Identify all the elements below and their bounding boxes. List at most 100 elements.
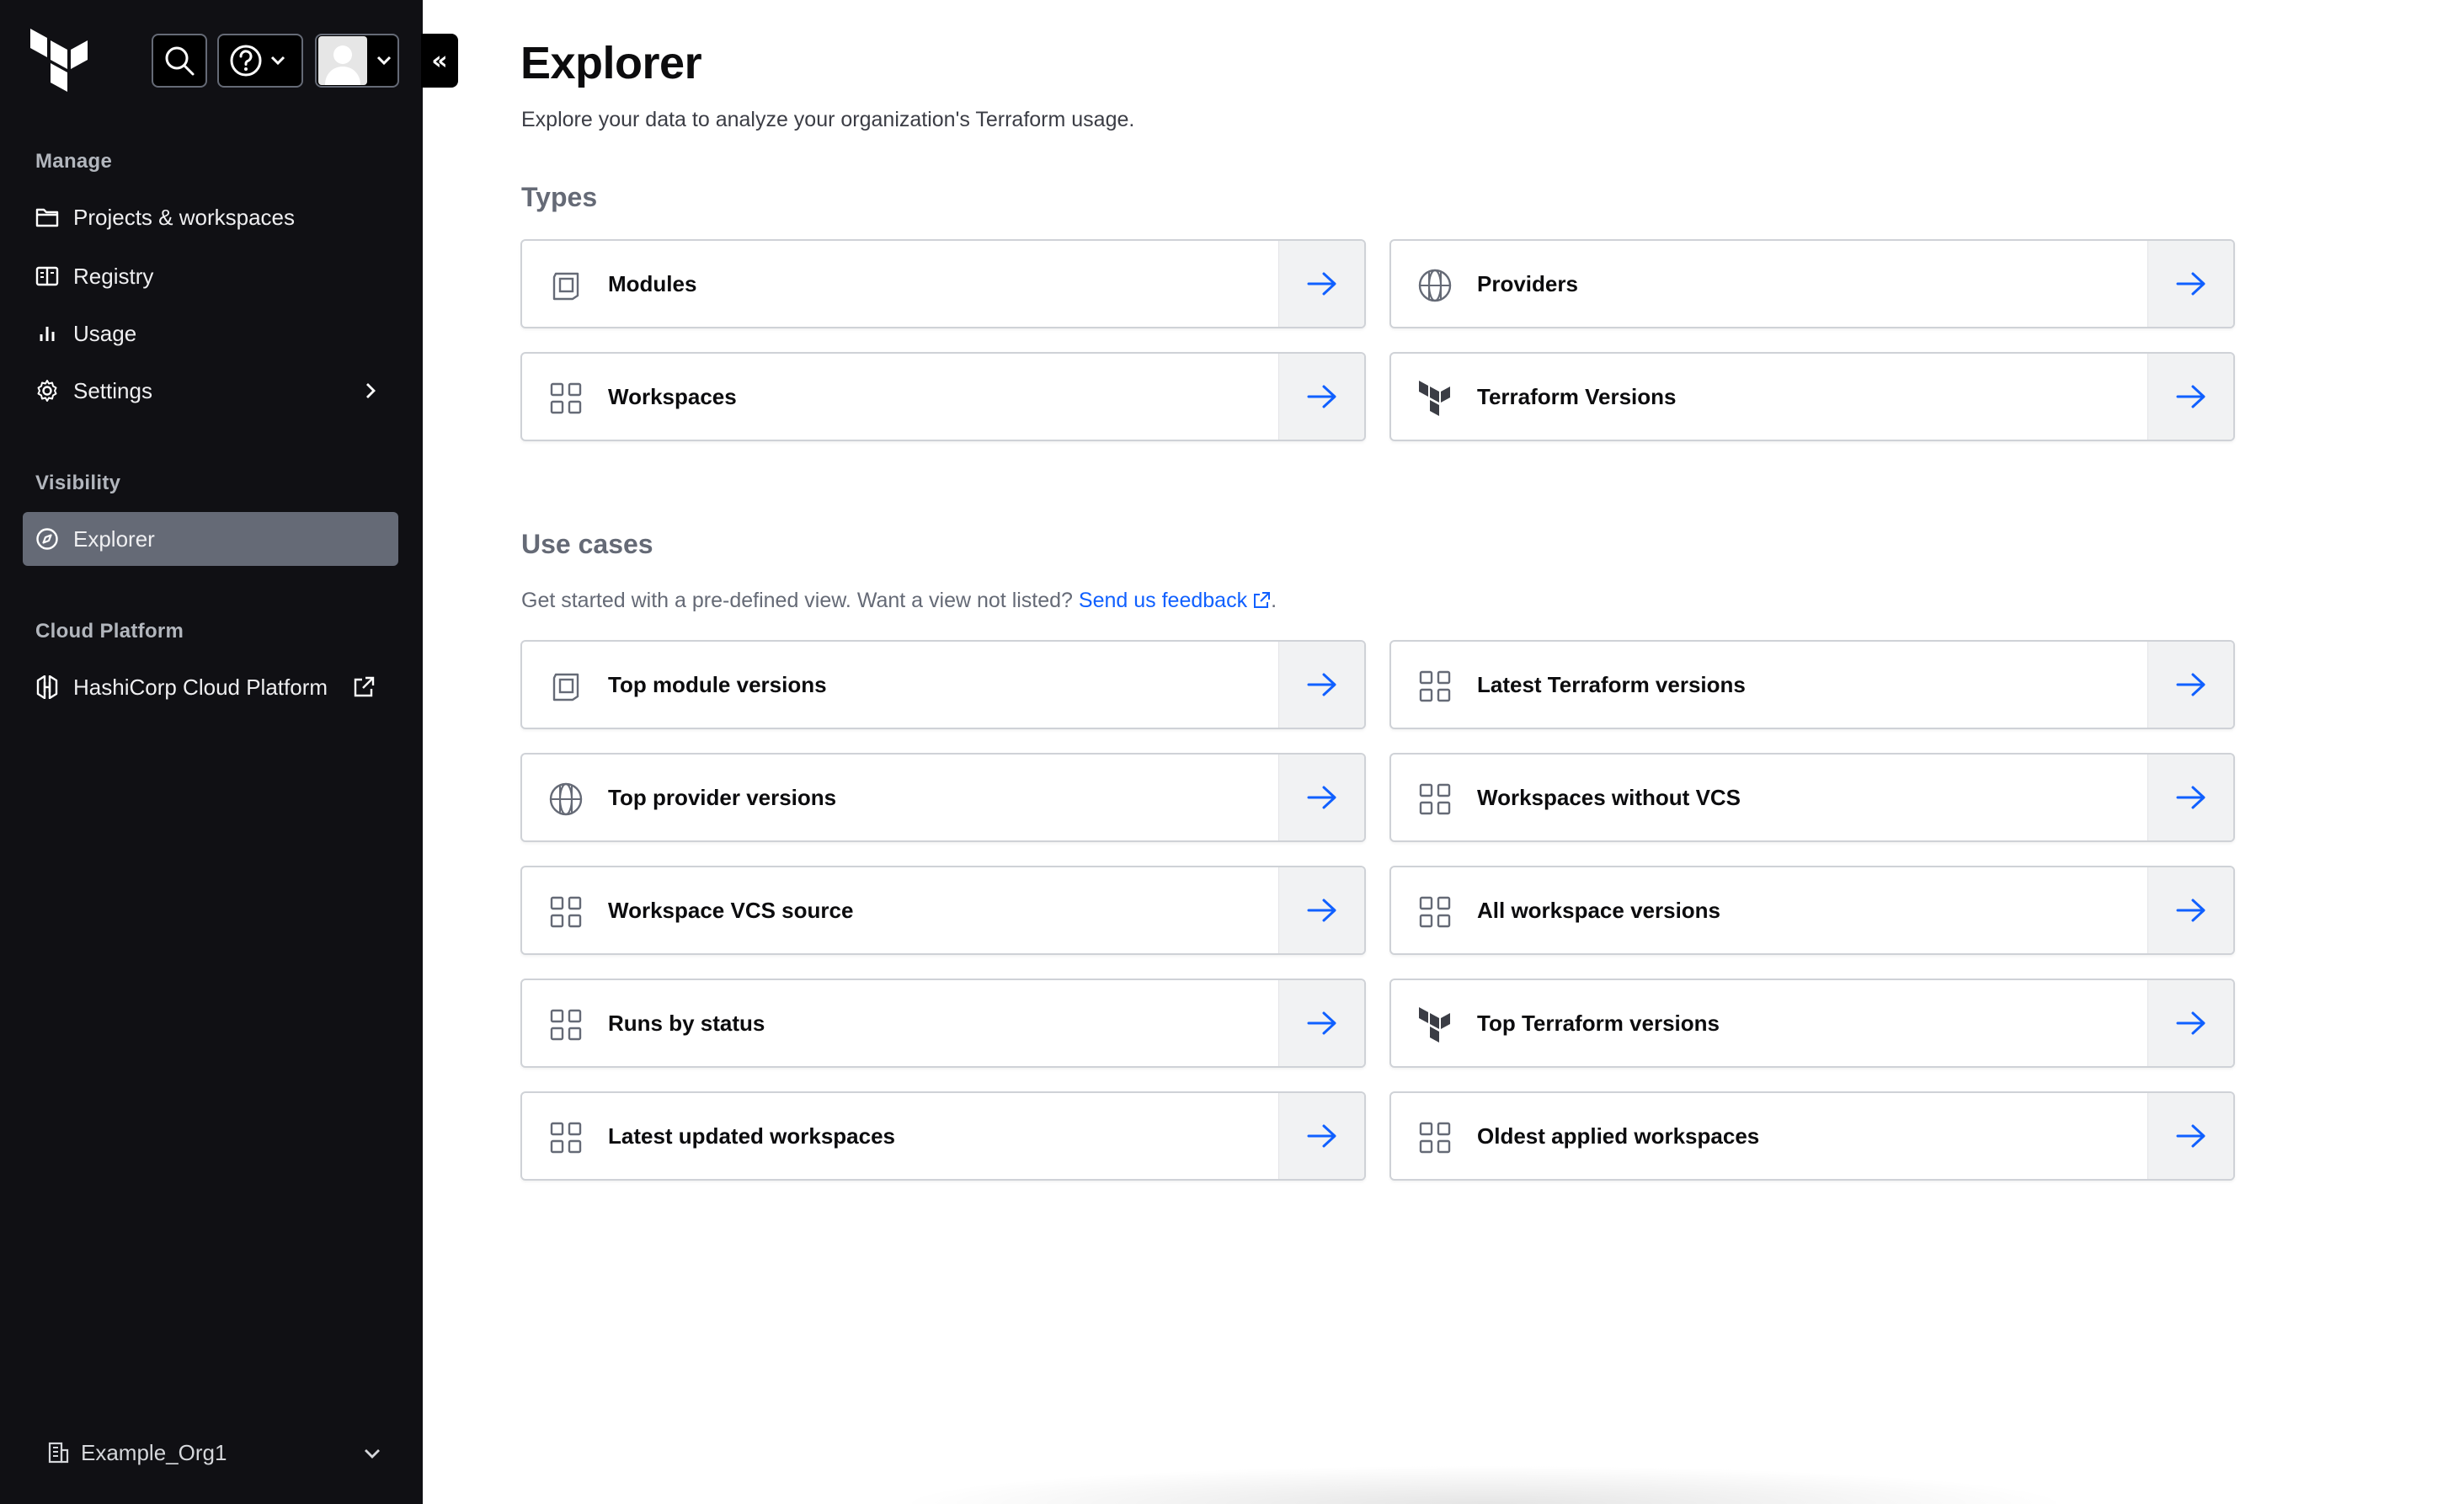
chevron-down-icon <box>269 55 286 67</box>
hashicorp-icon <box>35 675 60 700</box>
card-workspace-vcs-source[interactable]: Workspace VCS source <box>520 866 1366 955</box>
arrow-right-icon[interactable] <box>2147 642 2233 728</box>
external-link-icon <box>1252 591 1271 616</box>
card-label: Modules <box>608 271 697 296</box>
usecases-desc-period: . <box>1271 589 1277 612</box>
card-label: Workspaces <box>608 384 737 409</box>
send-feedback-link[interactable]: Send us feedback <box>1079 589 1271 612</box>
grid-icon <box>1416 893 1453 931</box>
card-label: Top provider versions <box>608 785 837 810</box>
search-icon <box>163 45 195 77</box>
arrow-right-icon[interactable] <box>1278 1093 1364 1179</box>
arrow-right-icon[interactable] <box>1278 354 1364 440</box>
chevron-down-icon <box>362 1440 382 1466</box>
bar-chart-icon <box>35 321 60 346</box>
card-latest-updated-workspaces[interactable]: Latest updated workspaces <box>520 1091 1366 1181</box>
arrow-right-icon[interactable] <box>2147 867 2233 953</box>
arrow-right-icon[interactable] <box>1278 980 1364 1066</box>
help-icon <box>229 44 263 77</box>
org-name: Example_Org1 <box>81 1439 227 1465</box>
sidebar-item-label: Settings <box>73 377 152 403</box>
sidebar-item-label: Projects & workspaces <box>73 204 295 230</box>
card-providers[interactable]: Providers <box>1389 239 2235 328</box>
card-latest-terraform-versions[interactable]: Latest Terraform versions <box>1389 640 2235 729</box>
card-label: All workspace versions <box>1477 898 1721 923</box>
external-link-icon <box>351 675 376 700</box>
sidebar-item-registry[interactable]: Registry <box>23 249 398 303</box>
terraform-logo-icon[interactable] <box>29 29 89 93</box>
send-feedback-link-label: Send us feedback <box>1078 589 1248 612</box>
card-modules[interactable]: Modules <box>520 239 1366 328</box>
sidebar-item-label: Usage <box>73 320 137 346</box>
card-top-provider-versions[interactable]: Top provider versions <box>520 753 1366 842</box>
card-label: Oldest applied workspaces <box>1477 1123 1760 1149</box>
chevron-down-icon <box>376 55 392 67</box>
help-menu-button[interactable] <box>217 34 303 88</box>
arrow-right-icon[interactable] <box>2147 354 2233 440</box>
arrow-right-icon[interactable] <box>2147 755 2233 840</box>
sidebar-item-label: HashiCorp Cloud Platform <box>73 674 328 700</box>
usecases-description: Get started with a pre-defined view. Wan… <box>521 589 1277 616</box>
avatar <box>318 36 367 85</box>
card-terraform-versions[interactable]: Terraform Versions <box>1389 352 2235 441</box>
card-label: Workspaces without VCS <box>1477 785 1741 810</box>
registry-icon <box>35 264 60 289</box>
sidebar-item-projects[interactable]: Projects & workspaces <box>23 190 398 244</box>
section-label-visibility: Visibility <box>35 472 121 494</box>
card-all-workspace-versions[interactable]: All workspace versions <box>1389 866 2235 955</box>
card-runs-by-status[interactable]: Runs by status <box>520 979 1366 1068</box>
sidebar-item-explorer[interactable]: Explorer <box>23 512 398 566</box>
sidebar: Manage Projects & workspaces Registry Us… <box>0 0 423 1504</box>
sidebar-item-usage[interactable]: Usage <box>23 307 398 360</box>
grid-icon <box>547 1119 584 1156</box>
arrow-right-icon[interactable] <box>2147 980 2233 1066</box>
compass-icon <box>35 526 60 552</box>
terraform-icon <box>1416 380 1453 417</box>
globe-icon <box>1416 267 1453 304</box>
arrow-right-icon[interactable] <box>1278 867 1364 953</box>
arrow-right-icon[interactable] <box>2147 1093 2233 1179</box>
grid-icon <box>547 380 584 417</box>
arrow-right-icon[interactable] <box>1278 241 1364 327</box>
page-subtitle: Explore your data to analyze your organi… <box>521 108 1135 131</box>
card-label: Latest updated workspaces <box>608 1123 895 1149</box>
page-title: Explorer <box>520 38 702 88</box>
sidebar-item-label: Registry <box>73 263 154 289</box>
sidebar-item-label: Explorer <box>73 525 155 552</box>
grid-icon <box>547 893 584 931</box>
arrow-right-icon[interactable] <box>1278 755 1364 840</box>
card-top-terraform-versions[interactable]: Top Terraform versions <box>1389 979 2235 1068</box>
card-label: Workspace VCS source <box>608 898 854 923</box>
card-oldest-applied-workspaces[interactable]: Oldest applied workspaces <box>1389 1091 2235 1181</box>
card-workspaces[interactable]: Workspaces <box>520 352 1366 441</box>
arrow-right-icon[interactable] <box>1278 642 1364 728</box>
module-icon <box>547 267 584 304</box>
section-label-cloud-platform: Cloud Platform <box>35 620 184 643</box>
folder-icon <box>35 205 60 230</box>
grid-icon <box>547 1006 584 1043</box>
arrow-right-icon[interactable] <box>2147 241 2233 327</box>
usecases-desc-text: Get started with a pre-defined view. Wan… <box>521 589 1073 612</box>
grid-icon <box>1416 668 1453 705</box>
sidebar-item-hcp[interactable]: HashiCorp Cloud Platform <box>23 660 398 714</box>
chevron-right-icon <box>358 378 383 403</box>
section-label-manage: Manage <box>35 150 113 173</box>
org-switcher[interactable]: Example_Org1 <box>45 1432 391 1474</box>
card-label: Runs by status <box>608 1011 765 1036</box>
user-menu-button[interactable] <box>315 34 399 88</box>
main-content: Explorer Explore your data to analyze yo… <box>423 0 2464 1504</box>
building-icon <box>45 1440 71 1465</box>
globe-icon <box>547 781 584 818</box>
module-icon <box>547 668 584 705</box>
types-heading: Types <box>521 182 598 212</box>
card-label: Top Terraform versions <box>1477 1011 1720 1036</box>
search-button[interactable] <box>152 34 207 88</box>
collapse-sidebar-button[interactable]: « <box>421 34 458 88</box>
grid-icon <box>1416 781 1453 818</box>
gear-icon <box>35 378 60 403</box>
card-top-module-versions[interactable]: Top module versions <box>520 640 1366 729</box>
card-label: Providers <box>1477 271 1578 296</box>
card-workspaces-without-vcs[interactable]: Workspaces without VCS <box>1389 753 2235 842</box>
terraform-icon <box>1416 1006 1453 1043</box>
sidebar-item-settings[interactable]: Settings <box>23 364 398 418</box>
